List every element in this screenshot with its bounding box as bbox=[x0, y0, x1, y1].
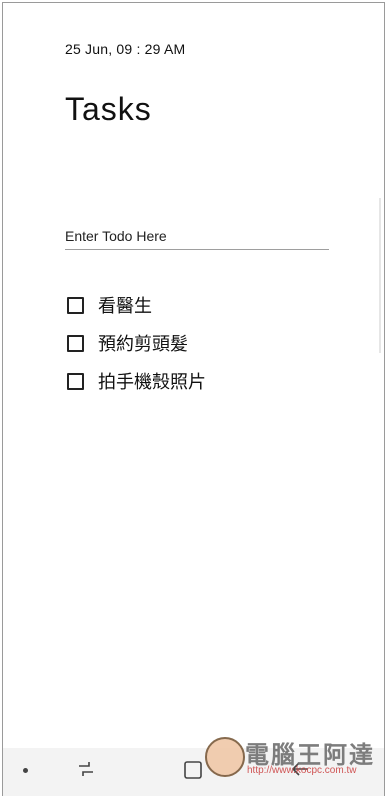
task-label: 預約剪頭髮 bbox=[98, 334, 188, 355]
watermark-logo: 電腦王阿達 http://www.kocpc.com.tw bbox=[205, 735, 380, 783]
watermark-url: http://www.kocpc.com.tw bbox=[247, 765, 357, 776]
page-title: Tasks bbox=[65, 91, 152, 127]
date-time-label: 25 Jun, 09 : 29 AM bbox=[65, 41, 186, 57]
task-item[interactable]: 看醫生 bbox=[67, 286, 206, 324]
checkbox[interactable] bbox=[67, 296, 84, 314]
scroll-indicator bbox=[379, 198, 381, 353]
recent-apps-icon[interactable] bbox=[75, 758, 97, 780]
task-item[interactable]: 拍手機殼照片 bbox=[67, 362, 206, 400]
checkbox[interactable] bbox=[67, 334, 84, 352]
task-label: 看醫生 bbox=[98, 296, 152, 317]
mascot-face-icon bbox=[205, 737, 245, 777]
todo-input[interactable] bbox=[65, 223, 329, 250]
nav-dot-icon[interactable] bbox=[23, 768, 28, 773]
app-screen: 25 Jun, 09 : 29 AM Tasks 看醫生 預約剪頭髮 拍手機殼照… bbox=[2, 2, 385, 796]
task-label: 拍手機殼照片 bbox=[98, 372, 206, 393]
task-item[interactable]: 預約剪頭髮 bbox=[67, 324, 206, 362]
task-list: 看醫生 預約剪頭髮 拍手機殼照片 bbox=[67, 286, 206, 400]
checkbox[interactable] bbox=[67, 372, 84, 390]
home-icon[interactable] bbox=[183, 760, 203, 780]
